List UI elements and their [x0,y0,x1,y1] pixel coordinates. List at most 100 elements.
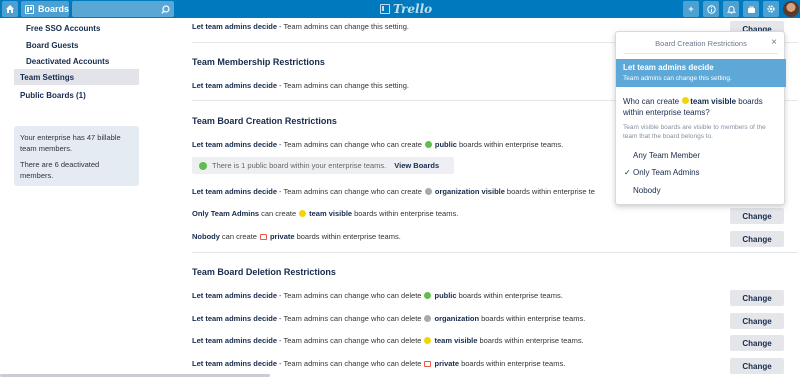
add-button[interactable]: + [683,1,699,17]
change-button[interactable]: Change [730,358,784,374]
trello-logo-icon [380,4,390,14]
divider [624,53,778,54]
option-nobody[interactable]: Nobody [623,183,781,197]
team-icon [424,337,432,344]
info-button[interactable] [703,1,719,17]
setting-text: - Team admins can change this setting. [279,22,409,31]
option-label: Only Team Admins [633,167,700,177]
avatar[interactable] [783,1,799,17]
sidebar-item-deactivated-accounts[interactable]: Deactivated Accounts [14,53,139,69]
globe-icon [424,141,432,148]
change-button[interactable]: Change [730,290,784,306]
option-only-team-admins[interactable]: ✓ Only Team Admins [623,165,781,179]
visibility-kind: public [434,140,457,149]
setting-text: can create [221,232,257,241]
divider [192,252,798,253]
team-icon [299,210,307,217]
sidebar-item-board-guests[interactable]: Board Guests [14,37,139,53]
option-label: Nobody [633,185,661,195]
lock-icon [424,360,432,367]
setting-text: boards within enterprise teams. [481,314,586,323]
boards-button[interactable]: Boards [21,1,69,17]
home-icon [6,5,14,13]
popover-question: Who can create team visible boards withi… [623,96,781,118]
creation-row-private: Nobody can create private boards within … [192,232,401,241]
bag-icon [747,6,755,13]
setting-bold: Let team admins decide [192,81,278,90]
view-boards-link[interactable]: View Boards [394,161,439,170]
setting-bold: Let team admins decide [192,359,278,368]
top-nav-bar: Boards Trello + [0,0,800,18]
creation-row-team: Only Team Admins can create team visible… [192,209,458,218]
creation-row-org: Let team admins decide - Team admins can… [192,187,595,196]
search-input[interactable] [72,1,174,17]
popover-note: Team visible boards are visible to membe… [623,124,766,140]
setting-text: - Team admins can change who can delete [279,359,422,368]
home-button[interactable] [2,1,18,17]
enterprise-info-box: Your enterprise has 47 billable team mem… [14,126,139,186]
sidebar-item-public-boards[interactable]: Public Boards (1) [14,87,139,103]
visibility-kind: team visible [434,336,478,345]
setting-text: - Team admins can change who can create [279,187,422,196]
lock-icon [259,233,267,240]
organization-icon [424,188,432,195]
section-heading-deletion: Team Board Deletion Restrictions [192,267,336,277]
notifications-button[interactable] [723,1,739,17]
section-heading-membership: Team Membership Restrictions [192,57,325,67]
top-setting-row: Let team admins decide - Team admins can… [192,22,409,31]
visibility-kind: team visible [309,209,353,218]
team-icon [682,97,690,104]
setting-bold: Only Team Admins [192,209,260,218]
bell-icon [726,5,736,14]
setting-bold: Let team admins decide [192,140,278,149]
popover-title: Board Creation Restrictions [655,39,747,48]
logo-text: Trello [393,2,433,16]
billable-members-text: Your enterprise has 47 billable team mem… [20,133,121,153]
option-any-team-member[interactable]: Any Team Member [623,148,781,162]
setting-bold: Let team admins decide [192,336,278,345]
change-button[interactable]: Change [730,313,784,329]
settings-button[interactable] [763,1,779,17]
change-button[interactable]: Change [730,231,784,247]
close-icon[interactable]: × [771,37,777,48]
membership-row: Let team admins decide - Team admins can… [192,81,409,90]
selected-option-team-admins-decide[interactable]: Let team admins decide Team admins can c… [616,59,786,87]
question-text: Who can create [623,97,682,106]
setting-text: can create [261,209,297,218]
search-icon [161,4,170,14]
globe-icon [424,292,432,299]
check-icon: ✓ [624,167,631,177]
organization-icon [424,315,432,322]
notice-text: There is 1 public board within your ente… [212,161,387,170]
globe-icon [199,161,207,170]
board-creation-popover: Board Creation Restrictions × Let team a… [615,31,786,205]
deactivated-members-text: There are 6 deactivated members. [20,160,100,180]
setting-text: - Team admins can change who can delete [279,336,422,345]
setting-bold: Let team admins decide [192,22,278,31]
creation-row-public: Let team admins decide - Team admins can… [192,140,563,149]
setting-text: boards within enterprise teams. [354,209,459,218]
setting-bold: Nobody [192,232,220,241]
option-label: Any Team Member [633,150,700,160]
setting-text: - Team admins can change who can delete [279,291,422,300]
visibility-kind: private [434,359,460,368]
deletion-row-org: Let team admins decide - Team admins can… [192,314,585,323]
sidebar-item-team-settings[interactable]: Team Settings [14,69,139,85]
setting-text: - Team admins can change this setting. [279,81,409,90]
setting-bold: Let team admins decide [192,187,278,196]
plus-icon: + [688,4,694,14]
deletion-row-private: Let team admins decide - Team admins can… [192,359,565,368]
setting-bold: Let team admins decide [192,314,278,323]
boards-label: Boards [37,4,69,14]
setting-text: - Team admins can change who can delete [279,314,422,323]
board-icon [25,4,34,14]
change-button[interactable]: Change [730,335,784,351]
deletion-row-public: Let team admins decide - Team admins can… [192,291,563,300]
sidebar-item-free-sso-accounts[interactable]: Free SSO Accounts [14,20,139,36]
trello-logo[interactable]: Trello [380,1,432,17]
deletion-row-team: Let team admins decide - Team admins can… [192,336,584,345]
change-button[interactable]: Change [730,208,784,224]
setting-text: boards within enterprise teams. [296,232,401,241]
setting-text: boards within enterprise teams. [461,359,566,368]
enterprise-button[interactable] [743,1,759,17]
